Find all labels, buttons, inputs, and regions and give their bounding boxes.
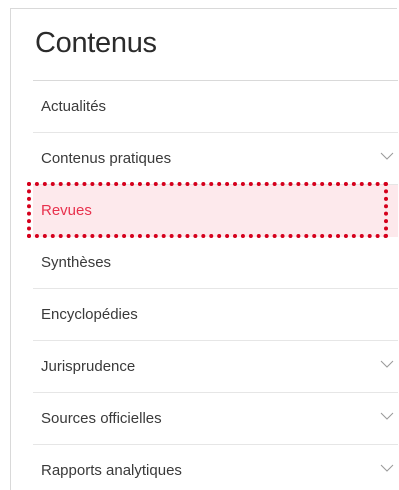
menu-item-label: Synthèses [41,254,112,271]
contents-panel: Contenus Actualités Contenus pratiques R… [10,8,398,490]
menu-item-label: Rapports analytiques [41,462,182,479]
chevron-down-icon[interactable] [380,360,394,368]
chevron-down-icon[interactable] [380,152,394,160]
panel-title: Contenus [35,27,157,59]
contents-menu: Actualités Contenus pratiques Revues Syn… [33,81,398,490]
menu-item-sources-officielles[interactable]: Sources officielles [33,393,398,445]
chevron-down-icon[interactable] [380,412,394,420]
menu-item-rapports-analytiques[interactable]: Rapports analytiques [33,445,398,490]
chevron-down-icon[interactable] [380,464,394,472]
menu-item-syntheses[interactable]: Synthèses [33,237,398,289]
menu-item-label: Contenus pratiques [41,150,172,167]
menu-item-revues[interactable]: Revues [33,185,398,237]
menu-item-jurisprudence[interactable]: Jurisprudence [33,341,398,393]
menu-item-encyclopedies[interactable]: Encyclopédies [33,289,398,341]
menu-item-label: Encyclopédies [41,306,138,323]
menu-item-label: Actualités [41,98,107,115]
menu-item-label: Jurisprudence [41,358,136,375]
menu-item-label: Sources officielles [41,410,162,427]
menu-item-contenus-pratiques[interactable]: Contenus pratiques [33,133,398,185]
menu-item-actualites[interactable]: Actualités [33,81,398,133]
menu-item-label: Revues [41,202,92,219]
